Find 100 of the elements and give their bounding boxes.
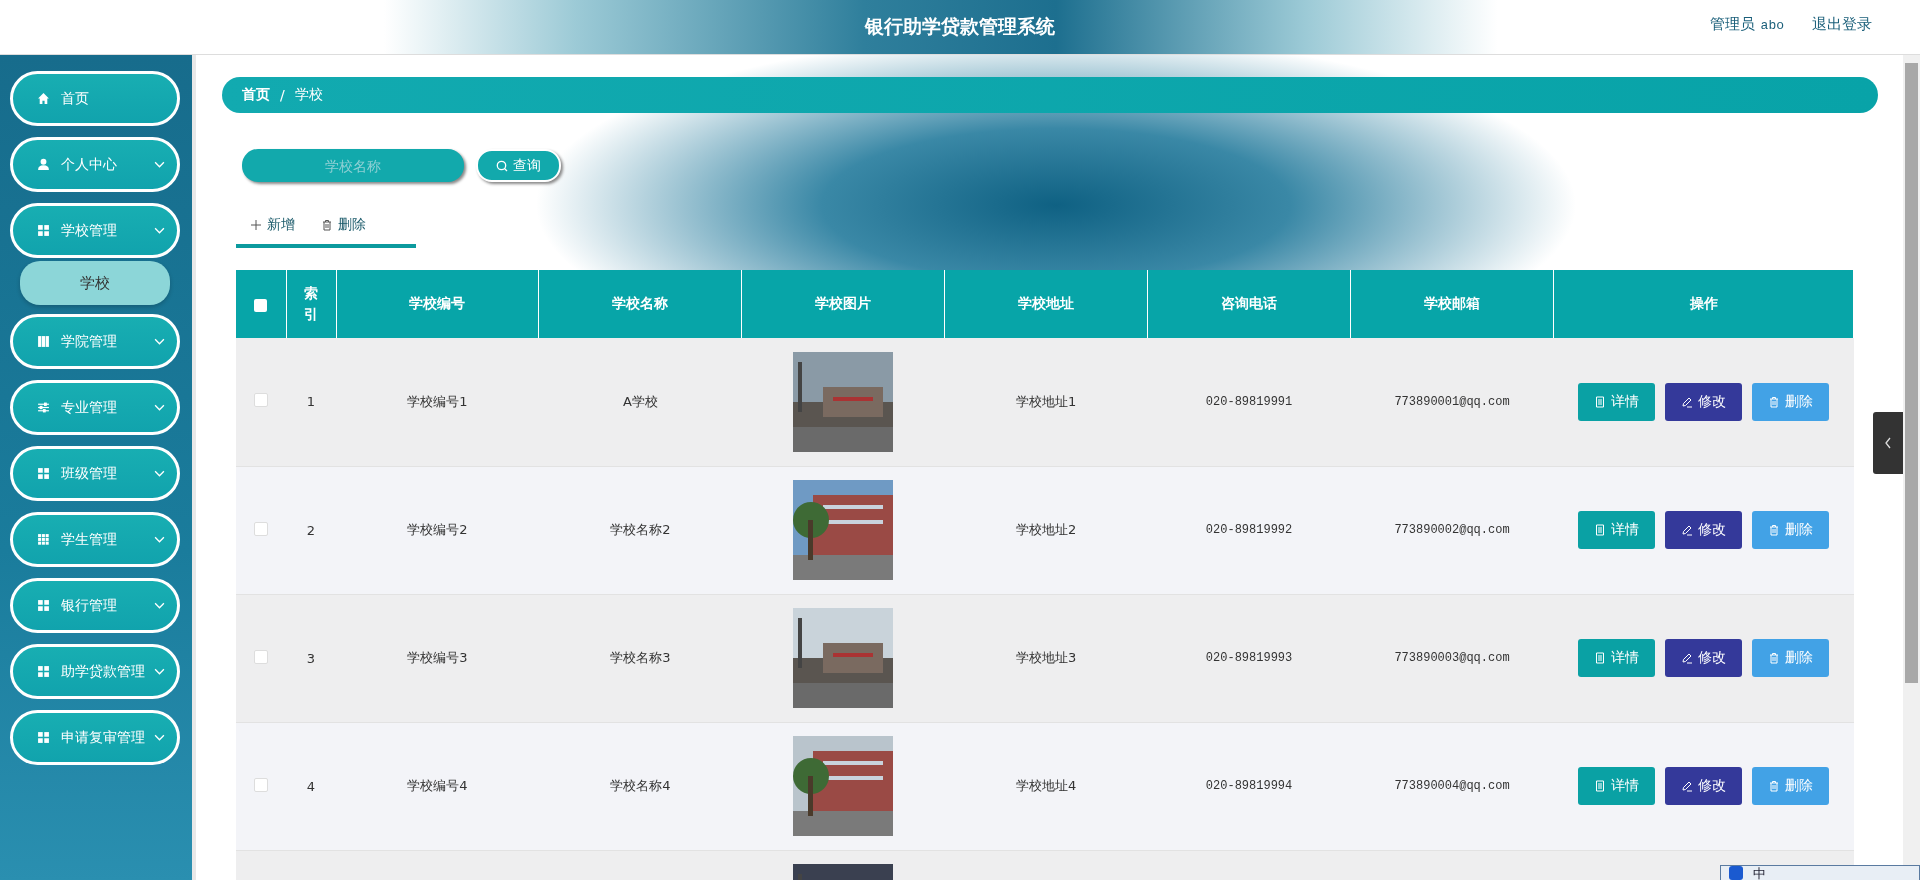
trash-icon (1768, 395, 1780, 408)
table-cell: 4 (306, 778, 316, 794)
add-button[interactable]: 新增 (242, 212, 303, 238)
row-checkbox[interactable] (254, 777, 268, 792)
table-cell: 学校名称4 (610, 778, 671, 793)
breadcrumb-current: 学校 (294, 86, 323, 104)
sliders-icon (37, 401, 50, 414)
details-button[interactable]: 详情 (1578, 511, 1655, 549)
column-header: 学校邮箱 (1350, 270, 1554, 338)
logout-link[interactable]: 退出登录 (1812, 15, 1872, 34)
table-cell: 1 (306, 394, 316, 410)
grid-icon (37, 224, 50, 237)
grid-icon (37, 467, 50, 480)
sidebar-item[interactable]: 专业管理 (10, 380, 180, 435)
trash-icon (1768, 780, 1780, 792)
edit-button[interactable]: 修改 (1665, 639, 1742, 677)
submenu-item[interactable]: 学校 (20, 261, 170, 305)
table-cell: 学校编号4 (407, 778, 468, 793)
pencil-icon (1681, 652, 1693, 664)
table-cell: 3 (306, 650, 316, 666)
ime-mode[interactable]: 中 (1753, 866, 1766, 880)
ime-logo-icon (1729, 866, 1743, 880)
pencil-icon (1681, 780, 1693, 792)
table-cell: 020-89819994 (1205, 779, 1293, 793)
column-header: 学校编号 (336, 270, 539, 338)
column-header: 学校地址 (944, 270, 1148, 338)
table-cell: 020-89819991 (1205, 394, 1293, 409)
sidebar-item[interactable]: 班级管理 (10, 446, 180, 501)
table-cell: 2 (306, 522, 316, 538)
pencil-icon (1681, 524, 1693, 536)
trash-icon (321, 219, 333, 231)
grid-icon (37, 731, 50, 744)
edit-button[interactable]: 修改 (1665, 767, 1742, 805)
search-field[interactable]: 学校名称 (242, 149, 464, 182)
table-cell: 773890003@qq.com (1394, 651, 1510, 665)
document-icon (1594, 395, 1606, 408)
table-cell: 020-89819993 (1205, 651, 1293, 665)
row-checkbox[interactable] (254, 521, 268, 536)
table-cell: 学校编号3 (407, 650, 468, 665)
grid-icon (37, 599, 50, 612)
column-header: 索引 (286, 270, 336, 338)
table-cell: 学校地址2 (1016, 522, 1077, 537)
user-icon (37, 158, 50, 171)
pencil-icon (1681, 395, 1693, 408)
breadcrumb-separator: / (280, 87, 285, 103)
select-all-checkbox[interactable] (254, 298, 268, 312)
row-checkbox[interactable] (254, 649, 268, 664)
delete-button[interactable]: 删除 (1752, 382, 1829, 421)
document-icon (1594, 652, 1606, 664)
delete-button[interactable]: 删除 (1752, 511, 1829, 549)
grid-icon (37, 665, 50, 678)
delete-button[interactable]: 删除 (1752, 639, 1829, 677)
search-icon (496, 159, 508, 172)
sidebar-item[interactable]: 申请复审管理 (10, 710, 180, 765)
table-cell: 学校名称2 (610, 522, 671, 537)
user-name: abo (1760, 18, 1784, 33)
column-header: 咨询电话 (1147, 270, 1351, 338)
table-cell: 学校编号1 (407, 393, 468, 409)
sidebar-item[interactable]: 首页 (10, 71, 180, 126)
table-cell: 学校地址4 (1016, 778, 1077, 793)
table-cell: A学校 (622, 393, 658, 409)
document-icon (1594, 524, 1606, 536)
document-icon (1594, 780, 1606, 792)
sidebar-item[interactable]: 学院管理 (10, 314, 180, 369)
details-button[interactable]: 详情 (1578, 639, 1655, 677)
sidebar-item[interactable]: 银行管理 (10, 578, 180, 633)
table-cell: 020-89819992 (1205, 523, 1293, 537)
window-title: 银行助学贷款管理系统 (865, 14, 1055, 39)
book-icon (37, 335, 50, 348)
edit-button[interactable]: 修改 (1665, 511, 1742, 549)
details-button[interactable]: 详情 (1578, 382, 1655, 421)
column-header: 学校图片 (741, 270, 945, 338)
edit-button[interactable]: 修改 (1665, 382, 1742, 421)
column-header: 操作 (1553, 270, 1854, 338)
table-cell: 学校编号2 (407, 522, 468, 537)
search-button[interactable]: 查询 (476, 149, 561, 182)
sidebar-item[interactable]: 个人中心 (10, 137, 180, 192)
sidebar-item[interactable]: 助学贷款管理 (10, 644, 180, 699)
breadcrumb-link[interactable]: 首页 (242, 86, 270, 104)
delete-button[interactable]: 删除 (1752, 767, 1829, 805)
sidebar-item[interactable]: 学生管理 (10, 512, 180, 567)
chevron-left-icon (1884, 437, 1892, 449)
table-cell: 学校名称3 (610, 650, 671, 665)
collapse-handle[interactable] (1873, 412, 1903, 474)
details-button[interactable]: 详情 (1578, 767, 1655, 805)
trash-icon (1768, 524, 1780, 536)
column-header: 学校名称 (538, 270, 742, 338)
trash-icon (1768, 652, 1780, 664)
row-checkbox[interactable] (254, 393, 268, 408)
delete-button[interactable]: 删除 (313, 212, 374, 238)
table-cell: 773890001@qq.com (1394, 394, 1510, 409)
plus-icon (250, 219, 262, 231)
user-role: 管理员 (1709, 15, 1755, 34)
table-cell: 学校地址3 (1016, 650, 1077, 665)
scrollbar-thumb[interactable] (1905, 63, 1918, 683)
home-icon (37, 92, 50, 105)
sidebar-item[interactable]: 学校管理 (10, 203, 180, 258)
grid-icon (37, 533, 50, 546)
table-cell: 773890004@qq.com (1394, 779, 1510, 793)
table-cell: 773890002@qq.com (1394, 523, 1510, 537)
